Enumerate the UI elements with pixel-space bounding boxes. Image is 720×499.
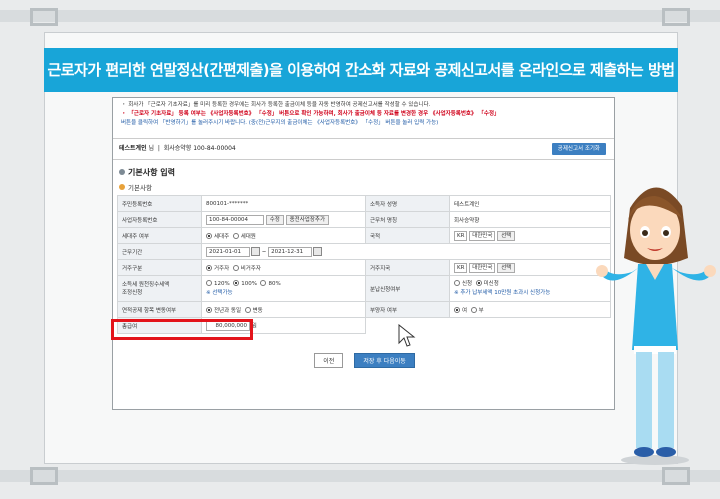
calendar-icon[interactable] bbox=[251, 247, 260, 256]
period-to-input[interactable]: 2021-12-31 bbox=[268, 246, 313, 257]
tax-hint: ※ 선택가능 bbox=[206, 289, 233, 296]
installment-hint: ※ 추가 납부세액 10만원 초과시 신청가능 bbox=[454, 289, 551, 296]
form-row: 주민등록번호 800101-******* 소득자 성명 테스트계인 bbox=[117, 195, 611, 212]
basic-info-form: 주민등록번호 800101-******* 소득자 성명 테스트계인 사업자등록… bbox=[117, 195, 611, 334]
dependent-label: 부양자 여부 bbox=[365, 301, 450, 318]
salary-highlight-box bbox=[111, 319, 253, 340]
corner-ornament-top-left bbox=[30, 8, 58, 26]
mouse-cursor-icon bbox=[398, 324, 416, 347]
tax-rate-cell: 120% 100% 80% ※ 선택가능 bbox=[201, 275, 366, 302]
corner-ornament-bottom-right bbox=[662, 467, 690, 485]
country-label: 거주지국 bbox=[365, 259, 450, 276]
corner-ornament-top-right bbox=[662, 8, 690, 26]
page-title: 근로자가 편리한 연말정산(간편제출)을 이용하여 간소화 자료와 공제신고서를… bbox=[47, 61, 675, 79]
employee-suffix: 님 bbox=[148, 145, 155, 152]
notice-box: ・ 회사가 「근로자 기초자료」를 미리 등록한 경우에는 회사가 등록한 출금… bbox=[121, 101, 609, 128]
form-row: 연적공제 항목 변동여부 전년과 동일 변동 부양자 여부 여 부 bbox=[117, 301, 611, 318]
section-bullet-icon bbox=[119, 169, 125, 175]
country-cell: KR 대한민국 선택 bbox=[449, 259, 611, 276]
nationality-label: 국적 bbox=[365, 227, 450, 244]
installment-radio-none[interactable] bbox=[475, 280, 482, 286]
frame-border-top bbox=[0, 10, 720, 22]
country-select-button[interactable]: 선택 bbox=[497, 262, 516, 273]
tax-radio-120[interactable] bbox=[206, 280, 212, 286]
household-radio-member[interactable] bbox=[232, 233, 239, 239]
residency-radio-resident[interactable] bbox=[206, 265, 212, 271]
frame-border-bottom bbox=[0, 470, 720, 482]
country-name-input[interactable]: 대한민국 bbox=[469, 262, 496, 273]
deduction-change-label: 연적공제 항목 변동여부 bbox=[117, 301, 202, 318]
corner-ornament-bottom-left bbox=[30, 467, 58, 485]
residency-cell: 거주자 비거주자 bbox=[201, 259, 366, 276]
employee-name-value: 테스트계인 bbox=[449, 195, 611, 212]
guide-character-illustration bbox=[596, 187, 716, 465]
household-cell: 세대주 세대원 bbox=[201, 227, 366, 244]
empty-cell bbox=[450, 318, 611, 334]
title-bar: 근로자가 편리한 연말정산(간편제출)을 이용하여 간소화 자료와 공제신고서를… bbox=[44, 48, 678, 92]
dependent-radio-no[interactable] bbox=[470, 307, 477, 313]
nationality-select-button[interactable]: 선택 bbox=[497, 230, 516, 241]
edit-bizno-button[interactable]: 수정 bbox=[265, 214, 284, 225]
household-radio-head[interactable] bbox=[206, 233, 212, 239]
section-title: 기본사항 입력 bbox=[119, 167, 175, 178]
reset-form-button[interactable]: 공제신고서 조기화 bbox=[551, 143, 606, 155]
tax-rate-label: 소득세 원천징수세액 조정신청 bbox=[117, 275, 202, 302]
installment-label: 분납신청여부 bbox=[365, 275, 450, 302]
dependent-cell: 여 부 bbox=[449, 301, 611, 318]
add-workplace-button[interactable]: 종전사업장추가 bbox=[285, 214, 330, 225]
sub-section-bullet-icon bbox=[119, 184, 125, 190]
form-row: 사업자등록번호 100-84-00004 수정 종전사업장추가 근무처 명칭 회… bbox=[117, 211, 611, 228]
installment-radio-apply[interactable] bbox=[454, 280, 460, 286]
calendar-icon[interactable] bbox=[313, 247, 323, 256]
residency-label: 거주구분 bbox=[117, 259, 202, 276]
form-row: 세대주 여부 세대주 세대원 국적 KR 대한민국 선택 bbox=[117, 227, 611, 244]
sub-section-title: 기본사항 bbox=[119, 182, 152, 192]
bizno-label: 사업자등록번호 bbox=[117, 211, 202, 228]
tax-radio-80[interactable] bbox=[260, 280, 267, 286]
residency-radio-nonresident[interactable] bbox=[232, 265, 239, 271]
deduction-change-cell: 전년과 동일 변동 bbox=[201, 301, 366, 318]
form-row: 거주구분 거주자 비거주자 거주지국 KR 대한민국 선택 bbox=[117, 259, 611, 276]
form-row: 소득세 원천징수세액 조정신청 120% 100% 80% ※ 선택가능 분납신청… bbox=[117, 275, 611, 302]
company-info-row: 테스트계인 님 | 회사승약향 100-84-00004 공제신고서 조기화 bbox=[113, 138, 614, 160]
nationality-code-input[interactable]: KR bbox=[454, 230, 468, 241]
company-info: 회사승약향 100-84-00004 bbox=[163, 145, 236, 152]
change-radio-same[interactable] bbox=[206, 307, 212, 313]
nationality-name-input[interactable]: 대한민국 bbox=[469, 230, 496, 241]
tax-radio-100[interactable] bbox=[233, 280, 240, 286]
footer-buttons: 이전 저장 후 다음이동 bbox=[113, 348, 614, 368]
notice-line-3: 버튼을 클릭하여 「반영하기」를 눌러주시기 바랍니다. (중(전)근무지의 출… bbox=[121, 120, 439, 126]
dependent-radio-yes[interactable] bbox=[454, 307, 460, 313]
bizno-cell: 100-84-00004 수정 종전사업장추가 bbox=[201, 211, 366, 228]
household-label: 세대주 여부 bbox=[117, 227, 202, 244]
country-code-input[interactable]: KR bbox=[454, 262, 468, 273]
bizno-input[interactable]: 100-84-00004 bbox=[206, 214, 264, 225]
save-next-button[interactable]: 저장 후 다음이동 bbox=[354, 353, 415, 368]
installment-cell: 신청 미신청 ※ 추가 납부세액 10만원 초과시 신청가능 bbox=[449, 275, 611, 302]
period-from-input[interactable]: 2021-01-01 bbox=[206, 246, 250, 257]
form-row: 근무기간 2021-01-01 ~ 2021-12-31 bbox=[117, 243, 611, 260]
employee-name: 테스트계인 bbox=[119, 145, 147, 152]
workplace-value: 회사승약향 bbox=[449, 211, 611, 228]
nationality-cell: KR 대한민국 선택 bbox=[449, 227, 611, 244]
resident-value: 800101-******* bbox=[201, 195, 366, 212]
period-cell: 2021-01-01 ~ 2021-12-31 bbox=[201, 243, 611, 260]
hometax-screenshot: ・ 회사가 「근로자 기초자료」를 미리 등록한 경우에는 회사가 등록한 출금… bbox=[112, 97, 615, 410]
workplace-label: 근무처 명칭 bbox=[365, 211, 450, 228]
notice-line-2: ・ 「근로자 기초자료」 등록 여부는 《사업자등록번호》 「수정」 버튼으로 … bbox=[121, 111, 500, 117]
resident-label: 주민등록번호 bbox=[117, 195, 202, 212]
change-radio-changed[interactable] bbox=[244, 307, 251, 313]
notice-line-1: ・ 회사가 「근로자 기초자료」를 미리 등록한 경우에는 회사가 등록한 출금… bbox=[121, 102, 431, 108]
employee-name-label: 소득자 성명 bbox=[365, 195, 450, 212]
period-label: 근무기간 bbox=[117, 243, 202, 260]
prev-button[interactable]: 이전 bbox=[314, 353, 344, 368]
